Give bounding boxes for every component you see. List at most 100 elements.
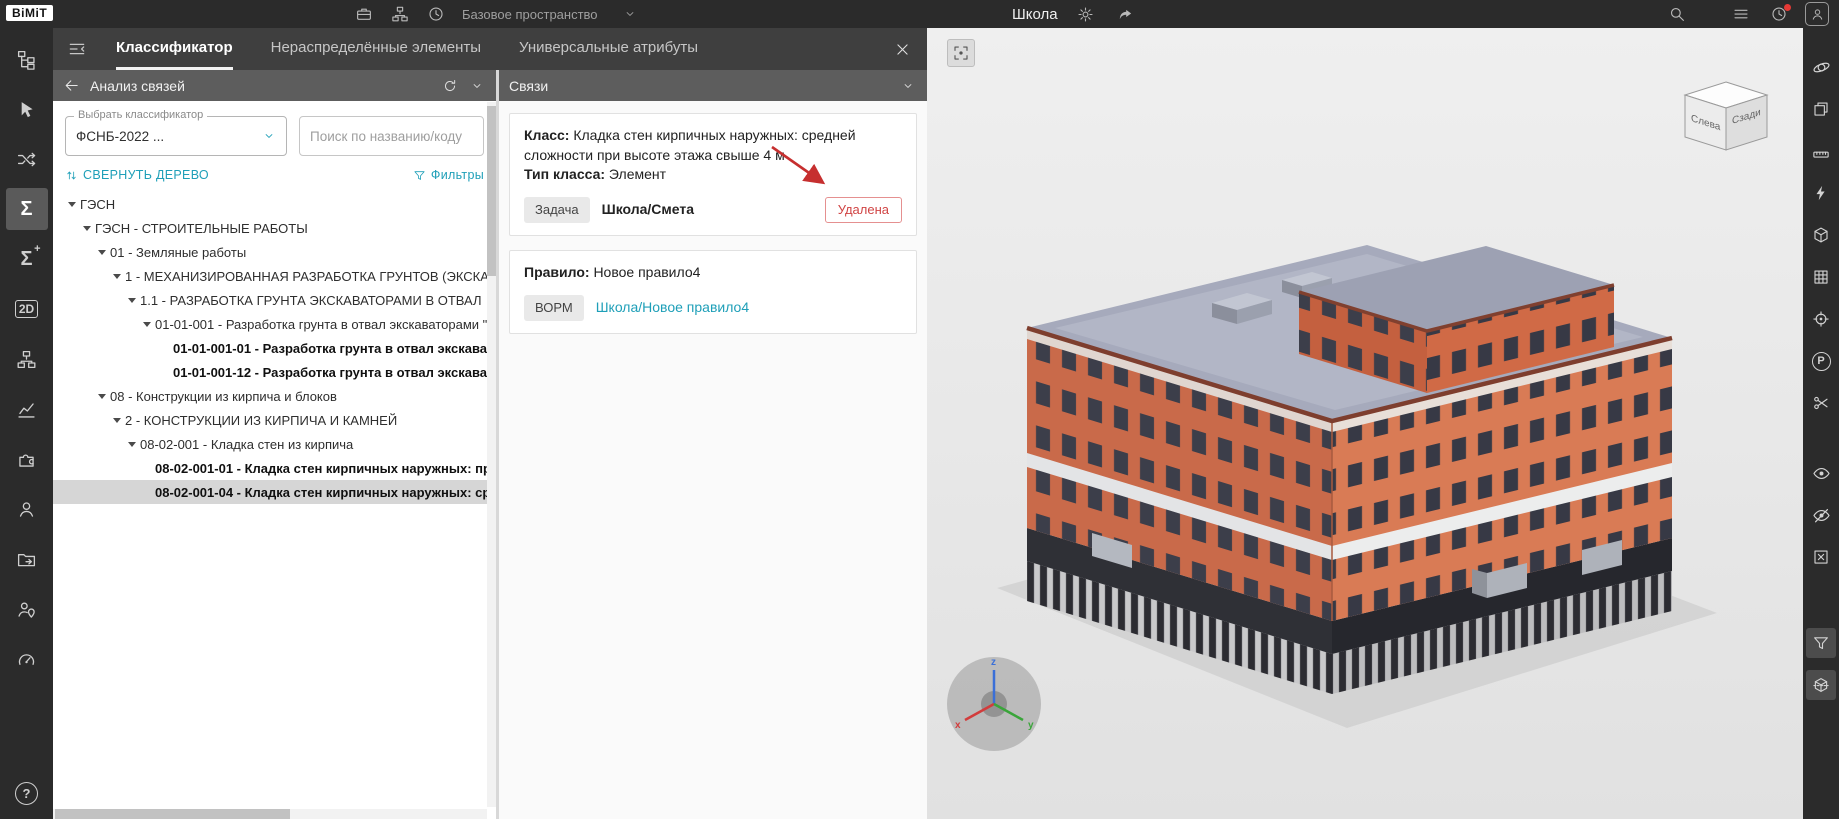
menu-button[interactable] <box>1729 2 1753 26</box>
panel-tabs-bar: Классификатор Нераспределённые элементы … <box>53 28 927 70</box>
focus-icon[interactable] <box>1806 304 1836 334</box>
tree-item-selected[interactable]: 08-02-001-04 - Кладка стен кирпичных нар… <box>53 480 496 504</box>
grid-icon[interactable] <box>1806 262 1836 292</box>
sidebar-item-export[interactable] <box>6 538 48 580</box>
share-button[interactable] <box>1114 2 1138 26</box>
tree-item[interactable]: 1 - МЕХАНИЗИРОВАННАЯ РАЗРАБОТКА ГРУНТОВ … <box>53 264 496 288</box>
model-cube-icon[interactable] <box>1806 220 1836 250</box>
tree-item[interactable]: 01 - Земляные работы <box>53 240 496 264</box>
sidebar-item-hierarchy[interactable] <box>6 338 48 380</box>
sidebar-item-users[interactable] <box>6 488 48 530</box>
axis-x-label: x <box>955 720 961 731</box>
sidebar-item-dashboard[interactable] <box>6 638 48 680</box>
tree-item[interactable]: 01-01-001-01 - Разработка грунта в отвал… <box>53 336 496 360</box>
tree-item[interactable]: 08-02-001 - Кладка стен из кирпича <box>53 432 496 456</box>
isolate-icon[interactable] <box>1806 542 1836 572</box>
tab-unallocated-elements[interactable]: Нераспределённые элементы <box>271 28 481 70</box>
caret-down-icon[interactable] <box>63 197 80 211</box>
plans-icon[interactable]: P <box>1806 346 1836 376</box>
history-button[interactable] <box>424 2 448 26</box>
profile-button[interactable] <box>1805 2 1829 26</box>
axis-y-label: y <box>1028 720 1034 731</box>
link-target[interactable]: Школа/Смета <box>602 200 694 220</box>
tree-item[interactable]: ГЭСН - СТРОИТЕЛЬНЫЕ РАБОТЫ <box>53 216 496 240</box>
refresh-icon[interactable] <box>442 78 458 94</box>
measure-icon[interactable] <box>1806 136 1836 166</box>
tree-item[interactable]: 08-02-001-01 - Кладка стен кирпичных нар… <box>53 456 496 480</box>
close-icon[interactable] <box>894 41 911 58</box>
deleted-status-badge: Удалена <box>825 197 902 223</box>
rule-line: Правило: Новое правило4 <box>524 263 902 283</box>
settings-button[interactable] <box>1074 2 1098 26</box>
collapse-tree-link[interactable]: СВЕРНУТЬ ДЕРЕВО <box>65 168 209 182</box>
sidebar-item-relations[interactable] <box>6 138 48 180</box>
sidebar-item-estimate-add[interactable]: Σ+ <box>6 238 48 280</box>
chevron-down-icon[interactable] <box>901 79 915 93</box>
classifier-select-value: ФСНБ-2022 ... <box>76 129 164 144</box>
show-icon[interactable] <box>1806 458 1836 488</box>
project-title: Школа <box>1012 6 1058 23</box>
caret-down-icon[interactable] <box>123 293 140 307</box>
views-icon[interactable] <box>1806 94 1836 124</box>
sidebar-item-user-pin[interactable] <box>6 588 48 630</box>
sidebar-item-plugins[interactable] <box>6 438 48 480</box>
class-line: Класс: Кладка стен кирпичных наружных: с… <box>524 126 902 165</box>
tab-universal-attributes[interactable]: Универсальные атрибуты <box>519 28 698 70</box>
clash-icon[interactable] <box>1806 178 1836 208</box>
rule-link-card: Правило: Новое правило4 ВОРМ Школа/Новое… <box>509 250 917 334</box>
class-type-line: Тип класса: Элемент <box>524 165 902 185</box>
tree-item[interactable]: 08 - Конструкции из кирпича и блоков <box>53 384 496 408</box>
analysis-panel: Анализ связей Выбрать классификатор ФСНБ… <box>53 70 499 819</box>
vertical-scrollbar[interactable] <box>487 102 496 807</box>
tree-search <box>299 116 484 156</box>
tree-item[interactable]: 01-01-001 - Разработка грунта в отвал эк… <box>53 312 496 336</box>
orbit-icon[interactable] <box>1806 52 1836 82</box>
notifications-button[interactable] <box>1767 2 1791 26</box>
caret-down-icon[interactable] <box>78 221 95 235</box>
building-model[interactable] <box>927 28 1803 819</box>
scrollbar-thumb[interactable] <box>487 106 496 276</box>
filter-icon <box>413 169 426 182</box>
filter-icon[interactable] <box>1806 628 1836 658</box>
chevron-down-icon <box>623 7 637 21</box>
caret-down-icon[interactable] <box>108 413 125 427</box>
search-button[interactable] <box>1665 2 1689 26</box>
search-input[interactable] <box>310 129 473 144</box>
classifier-select[interactable]: Выбрать классификатор ФСНБ-2022 ... <box>65 116 287 156</box>
caret-down-icon[interactable] <box>138 317 155 331</box>
tree-item[interactable]: 01-01-001-12 - Разработка грунта в отвал… <box>53 360 496 384</box>
caret-down-icon[interactable] <box>93 389 110 403</box>
filters-link[interactable]: Фильтры <box>413 168 484 182</box>
panel-title: Связи <box>509 78 548 94</box>
caret-down-icon[interactable] <box>93 245 110 259</box>
caret-down-icon[interactable] <box>123 437 140 451</box>
navigation-cube[interactable]: Слева Сзади <box>1679 78 1773 162</box>
sidebar-item-2d-view[interactable]: 2D <box>6 288 48 330</box>
workspace-select[interactable]: Базовое пространство <box>462 0 637 28</box>
tab-classifier[interactable]: Классификатор <box>116 28 233 70</box>
hide-icon[interactable] <box>1806 500 1836 530</box>
projects-button[interactable] <box>352 2 376 26</box>
orientation-gizmo[interactable]: z x y <box>943 652 1045 756</box>
caret-down-icon[interactable] <box>108 269 125 283</box>
tree-item[interactable]: 1.1 - РАЗРАБОТКА ГРУНТА ЭКСКАВАТОРАМИ В … <box>53 288 496 312</box>
tree-item[interactable]: 2 - КОНСТРУКЦИИ ИЗ КИРПИЧА И КАМНЕЙ <box>53 408 496 432</box>
chevron-down-icon[interactable] <box>470 79 484 93</box>
viewport-3d[interactable]: Слева Сзади z x y <box>927 28 1803 819</box>
sidebar-item-model-tree[interactable] <box>6 38 48 80</box>
back-icon[interactable] <box>63 77 80 94</box>
horizontal-scrollbar[interactable] <box>53 809 487 819</box>
section-box-icon[interactable] <box>1806 670 1836 700</box>
app-logo: BiMiT <box>6 5 53 21</box>
structure-button[interactable] <box>388 2 412 26</box>
sidebar-item-estimate[interactable]: Σ <box>6 188 48 230</box>
zoom-fit-button[interactable] <box>947 39 975 67</box>
sidebar-item-select[interactable] <box>6 88 48 130</box>
rule-link[interactable]: Школа/Новое правило4 <box>596 298 749 318</box>
help-button[interactable]: ? <box>15 782 38 805</box>
sidebar-item-charts[interactable] <box>6 388 48 430</box>
collapse-panel-icon[interactable] <box>67 39 87 59</box>
tree-item[interactable]: ГЭСН <box>53 192 496 216</box>
scrollbar-thumb[interactable] <box>55 809 290 819</box>
section-icon[interactable] <box>1806 388 1836 418</box>
